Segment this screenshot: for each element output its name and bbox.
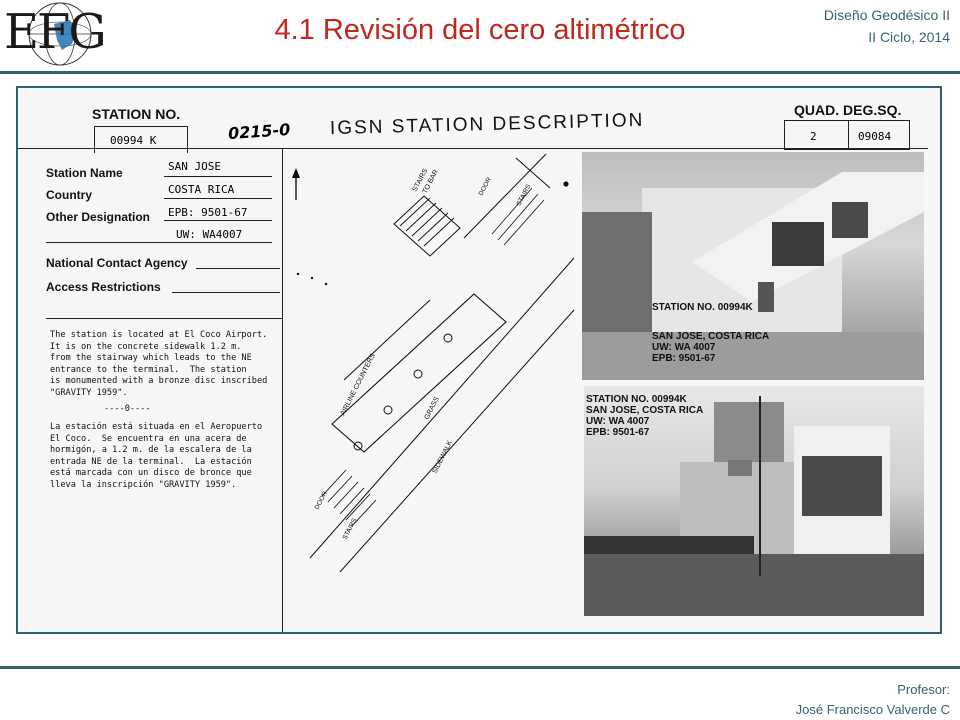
photo-top-caption: STATION NO. 00994K SAN JOSE, COSTA RICA …	[652, 302, 769, 364]
tree-icon	[383, 405, 393, 415]
quad-divider	[848, 120, 849, 148]
stairs-to-bar-steps	[399, 197, 455, 247]
station-description-sheet: STATION NO. 00994 K 0215-0 IGSN STATION …	[16, 86, 942, 634]
airline-counters-label: AIRLINE COUNTERS	[340, 352, 377, 416]
site-sketch: STAIRS TO BAR DOOR STAIRS AIRLINE COUNTE…	[292, 153, 575, 573]
photo-caption-line: STATION NO. 00994K	[586, 394, 687, 405]
photo-caption-line: UW: WA 4007	[586, 416, 650, 427]
description-line: "GRAVITY 1959".	[50, 387, 128, 398]
photo-caption-line: UW: WA 4007	[652, 342, 716, 353]
slide-title: 4.1 Revisión del cero altimétrico	[274, 14, 686, 46]
sidewalk-label: SIDEWALK	[432, 439, 455, 474]
sheet-title: IGSN STATION DESCRIPTION	[329, 109, 645, 140]
description-line: is monumented with a bronze disc inscrib…	[50, 376, 268, 387]
field-value-country: COSTA RICA	[168, 183, 235, 196]
description-line: The station is located at El Coco Airpor…	[50, 330, 268, 340]
field-label-contact-agency: National Contact Agency	[46, 256, 188, 270]
field-line	[164, 176, 272, 177]
description-line: It is on the concrete sidewalk 1.2 m.	[50, 341, 242, 352]
photo-caption-line: STATION NO. 00994K	[652, 302, 753, 313]
field-label-station-name: Station Name	[46, 166, 123, 180]
column-divider	[282, 148, 283, 632]
station-no-label: STATION NO.	[92, 106, 181, 122]
handwritten-code: 0215-0	[227, 119, 291, 144]
description-line: La estación está situada en el Aeropuert…	[50, 422, 263, 432]
field-line	[46, 242, 272, 243]
field-label-country: Country	[46, 188, 92, 202]
stairs-bottom-label: STAIRS	[342, 517, 359, 541]
description-en: The station is located at El Coco Airpor…	[50, 330, 267, 400]
header-rule	[0, 71, 960, 74]
door-bottom-label: DOOR	[314, 490, 329, 511]
stairs-bottom-steps	[321, 469, 377, 527]
stairs-top-steps	[491, 187, 545, 246]
course-info: Diseño Geodésico II II Ciclo, 2014	[824, 4, 950, 48]
tree-icon	[413, 369, 423, 379]
quad-label: QUAD. DEG.SQ.	[794, 102, 902, 118]
deg-value: 09084	[858, 130, 892, 143]
wall-line	[463, 153, 547, 239]
stairs-to-bar-outline	[393, 195, 461, 257]
field-label-other-designation: Other Designation	[46, 210, 151, 224]
tree-icon	[443, 333, 453, 343]
sidewalk-edge	[339, 309, 575, 573]
description-line: hormigón, a 1.2 m. de la escalera de la	[50, 445, 252, 456]
field-line	[172, 292, 280, 293]
field-line	[196, 268, 280, 269]
tree-icon	[353, 441, 363, 451]
professor-label: Profesor:	[897, 682, 950, 697]
station-no-value: 00994 K	[110, 134, 157, 147]
sketch-dot	[324, 282, 328, 286]
photo-bottom-caption: STATION NO. 00994K SAN JOSE, COSTA RICA …	[586, 394, 703, 438]
field-line	[164, 220, 272, 221]
description-line: entrance to the terminal. The station	[50, 364, 247, 375]
description-line: está marcada con un disco de bronce que	[50, 468, 252, 479]
sketch-dot	[310, 276, 314, 280]
description-line: from the stairway which leads to the NE	[50, 353, 252, 364]
field-line	[164, 198, 272, 199]
footer-rule	[0, 666, 960, 669]
field-value-epb: EPB: 9501-67	[168, 206, 248, 219]
counter-line	[343, 299, 431, 381]
station-photo-top: STATION NO. 00994K SAN JOSE, COSTA RICA …	[582, 152, 924, 380]
station-mark-icon	[563, 181, 569, 187]
photo-caption-line: EPB: 9501-67	[586, 427, 650, 438]
door-top-label: DOOR	[478, 176, 493, 197]
description-line: entrada NE de la terminal. La estación	[50, 456, 252, 467]
photo-caption-line: EPB: 9501-67	[652, 353, 716, 364]
photo-caption-line: SAN JOSE, COSTA RICA	[586, 405, 704, 416]
field-value-station-name: SAN JOSE	[168, 160, 221, 173]
terminal-building	[331, 293, 507, 453]
footer-info: Profesor: José Francisco Valverde C	[796, 680, 950, 720]
description-line: El Coco. Se encuentra en una acera de	[50, 433, 247, 444]
fields-block: Station Name SAN JOSE Country COSTA RICA…	[46, 160, 282, 294]
description-line: lleva la inscripción "GRAVITY 1959".	[50, 479, 237, 490]
field-label-access-restrictions: Access Restrictions	[46, 280, 161, 294]
station-photo-bottom: STATION NO. 00994K SAN JOSE, COSTA RICA …	[584, 386, 924, 616]
description-es: La estación está situada en el Aeropuert…	[50, 422, 262, 492]
professor-name: José Francisco Valverde C	[795, 702, 950, 717]
field-rule	[46, 318, 282, 319]
course-term: II Ciclo, 2014	[868, 29, 950, 45]
quad-value: 2	[810, 130, 817, 143]
sketch-dot	[296, 272, 300, 276]
field-value-uw: UW: WA4007	[176, 228, 243, 241]
wall-line	[515, 157, 551, 189]
description-separator: ----0----	[104, 404, 151, 414]
grass-label: GRASS	[424, 396, 442, 421]
course-name: Diseño Geodésico II	[823, 7, 950, 23]
north-arrow-head-icon	[292, 168, 300, 178]
photo-caption-line: SAN JOSE, COSTA RICA	[652, 331, 770, 342]
